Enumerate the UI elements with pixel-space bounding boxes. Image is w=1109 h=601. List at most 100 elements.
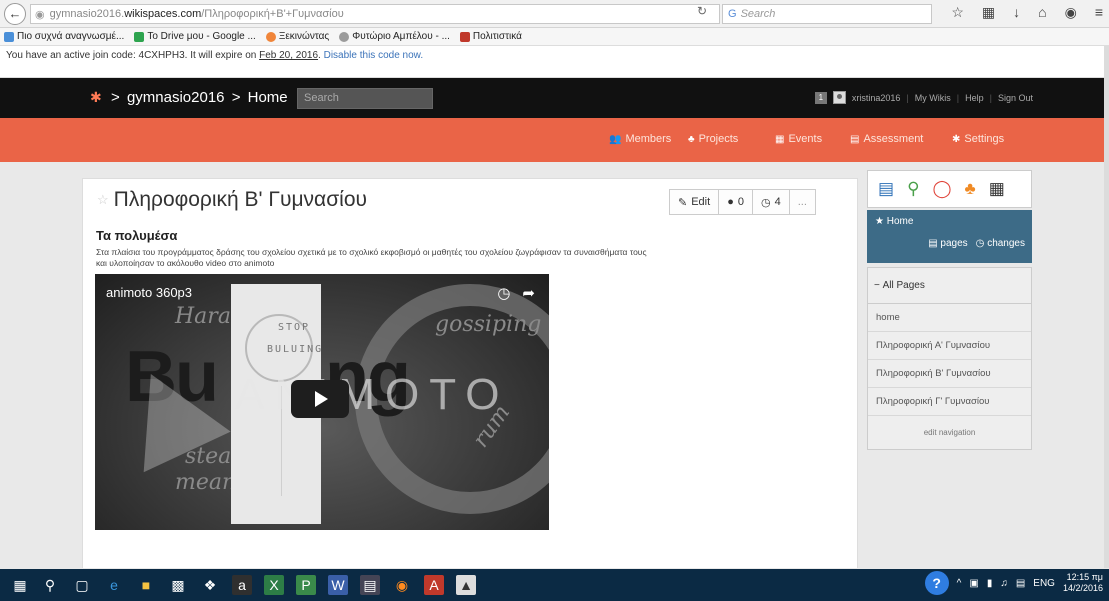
browser-search-input[interactable]: G Search	[722, 4, 932, 24]
projects-nav[interactable]: ♣ Projects	[688, 133, 738, 145]
clock-time: 12:15 πμ	[1066, 572, 1103, 582]
sidebar-home[interactable]: ★ Home ▤ pages ◷ changes	[867, 210, 1032, 263]
tray-chevron-icon[interactable]: ^	[957, 578, 962, 589]
network-icon[interactable]: ▣	[969, 578, 978, 589]
nav-item-grade-b[interactable]: Πληροφορική Β' Γυμνασίου	[868, 360, 1031, 388]
section-heading: Τα πολυμέσα	[96, 228, 178, 243]
volume-icon[interactable]: ♫	[1000, 578, 1008, 589]
notification-icon[interactable]: ▤	[1016, 578, 1025, 589]
members-icon: 👥	[609, 133, 622, 145]
share-icon[interactable]: ➦	[522, 284, 535, 302]
publisher-icon[interactable]: P	[296, 575, 316, 595]
page-scrollbar[interactable]	[1104, 46, 1109, 568]
join-code-notice: You have an active join code: 4CXHPH3. I…	[0, 46, 1109, 78]
avatar[interactable]	[832, 91, 846, 104]
firefox-icon[interactable]: ◉	[392, 575, 412, 595]
comments-button[interactable]: ● 0	[719, 190, 753, 214]
store-icon[interactable]: ▩	[168, 575, 188, 595]
edge-browser-icon[interactable]: e	[104, 575, 124, 595]
disable-code-link[interactable]: Disable this code now.	[324, 50, 424, 61]
new-page-icon[interactable]: ▤	[878, 179, 894, 199]
favorite-star-icon[interactable]: ☆	[97, 192, 109, 208]
bookmark-item[interactable]: Φυτώριο Αμπέλου - ...	[339, 31, 450, 42]
video-stop-text: BULUING	[267, 344, 324, 355]
bookmark-label: Ξεκινώντας	[278, 31, 330, 42]
assessment-nav[interactable]: ▤ Assessment	[850, 133, 923, 145]
reload-icon[interactable]: ↻	[697, 4, 707, 18]
bookmark-item[interactable]: Πολιτιστικά	[459, 31, 522, 42]
help-link[interactable]: Help	[965, 93, 984, 103]
amazon-icon[interactable]: a	[232, 575, 252, 595]
calendar-icon[interactable]: ▦	[989, 179, 1005, 199]
events-nav[interactable]: ▦ Events	[775, 133, 822, 145]
address-bar[interactable]: ◉ gymnasio2016. wikispaces.com/Πληροφορικ…	[30, 4, 720, 24]
changes-link[interactable]: ◷ changes	[976, 238, 1025, 249]
bookmark-star-icon[interactable]: ☆	[951, 4, 964, 21]
project-tree-icon[interactable]: ♣	[965, 179, 976, 199]
bookmark-item[interactable]: Πιο συχνά αναγνωσμέ...	[4, 31, 124, 42]
home-nav-icon: ★	[875, 216, 884, 227]
word-icon[interactable]: W	[328, 575, 348, 595]
file-explorer-icon[interactable]: ■	[136, 575, 156, 595]
back-button[interactable]: ←	[4, 2, 26, 25]
wiki-search-input[interactable]: Search	[297, 88, 433, 109]
windows-start-icon[interactable]: ▦	[10, 575, 30, 595]
battery-icon[interactable]: ▮	[987, 578, 993, 589]
bookmark-favicon	[4, 31, 14, 42]
app-icon[interactable]: ▤	[360, 575, 380, 595]
divider: |	[989, 92, 992, 103]
menu-icon[interactable]: ≡	[1095, 4, 1103, 21]
search-icon[interactable]: ⚲	[40, 575, 60, 595]
breadcrumb-wiki[interactable]: gymnasio2016	[127, 89, 225, 106]
dropbox-icon[interactable]: ❖	[200, 575, 220, 595]
play-button[interactable]	[291, 380, 349, 418]
video-frame-scribble: gossiping	[435, 312, 542, 337]
edit-navigation-link[interactable]: edit navigation	[868, 416, 1031, 448]
video-player[interactable]: Harass gossiping Bu ng steal mean rum ST…	[95, 274, 549, 530]
home-icon[interactable]: ⌂	[1038, 4, 1046, 21]
edit-button[interactable]: ✎ Edit	[670, 190, 720, 214]
settings-nav[interactable]: ✱ Settings	[952, 133, 1004, 145]
all-pages-toggle[interactable]: − All Pages	[868, 268, 1031, 304]
settings-icon: ✱	[952, 133, 961, 145]
history-count: 4	[774, 196, 781, 208]
members-nav[interactable]: 👥 Members	[609, 133, 671, 145]
sign-out-link[interactable]: Sign Out	[998, 93, 1033, 103]
username-link[interactable]: xristina2016	[852, 93, 901, 103]
pages-link[interactable]: ▤ pages	[928, 238, 967, 249]
clock[interactable]: 12:15 πμ 14/2/2016	[1063, 572, 1103, 594]
history-button[interactable]: ◷ 4	[753, 190, 790, 214]
bookmarks-bar: Πιο συχνά αναγνωσμέ... To Drive μου - Go…	[0, 28, 1109, 46]
bookmark-item[interactable]: Ξεκινώντας	[265, 31, 330, 42]
task-view-icon[interactable]: ▢	[72, 575, 92, 595]
breadcrumb-page: Home	[247, 89, 288, 106]
reading-list-icon[interactable]: ▦	[982, 4, 995, 21]
pencil-icon: ✎	[678, 196, 688, 209]
page-title-text: Πληροφορική Β' Γυμνασίου	[113, 188, 367, 211]
comment-bubble-icon[interactable]: ◯	[933, 179, 952, 199]
language-indicator[interactable]: ENG	[1033, 578, 1055, 589]
my-wikis-link[interactable]: My Wikis	[915, 93, 951, 103]
acrobat-icon[interactable]: A	[424, 575, 444, 595]
url-prefix: gymnasio2016.	[49, 8, 125, 20]
attach-file-icon[interactable]: ⚲	[907, 179, 919, 199]
watch-later-icon[interactable]: ◷	[497, 284, 510, 302]
video-title[interactable]: animoto 360p3	[106, 285, 192, 300]
search-engine-icon[interactable]: G	[728, 8, 737, 20]
nav-item-grade-c[interactable]: Πληροφορική Γ' Γυμνασίου	[868, 388, 1031, 416]
notification-badge[interactable]: 1	[814, 91, 827, 104]
site-info-icon[interactable]: ◉	[35, 8, 45, 21]
settings-label: Settings	[964, 133, 1005, 145]
help-icon[interactable]: ?	[924, 571, 949, 595]
home-label: Home	[886, 216, 914, 227]
photos-icon[interactable]: ▲	[456, 575, 476, 595]
excel-icon[interactable]: X	[264, 575, 284, 595]
bookmark-favicon	[339, 31, 350, 42]
more-button[interactable]: ...	[790, 190, 815, 214]
bookmark-item[interactable]: To Drive μου - Google ...	[134, 31, 256, 42]
nav-item-grade-a[interactable]: Πληροφορική Α' Γυμνασίου	[868, 332, 1031, 360]
pocket-icon[interactable]: ◉	[1065, 4, 1077, 21]
download-icon[interactable]: ↓	[1013, 4, 1020, 21]
nav-item-home[interactable]: home	[868, 304, 1031, 332]
wikispaces-logo-icon[interactable]: ✱	[90, 89, 102, 106]
